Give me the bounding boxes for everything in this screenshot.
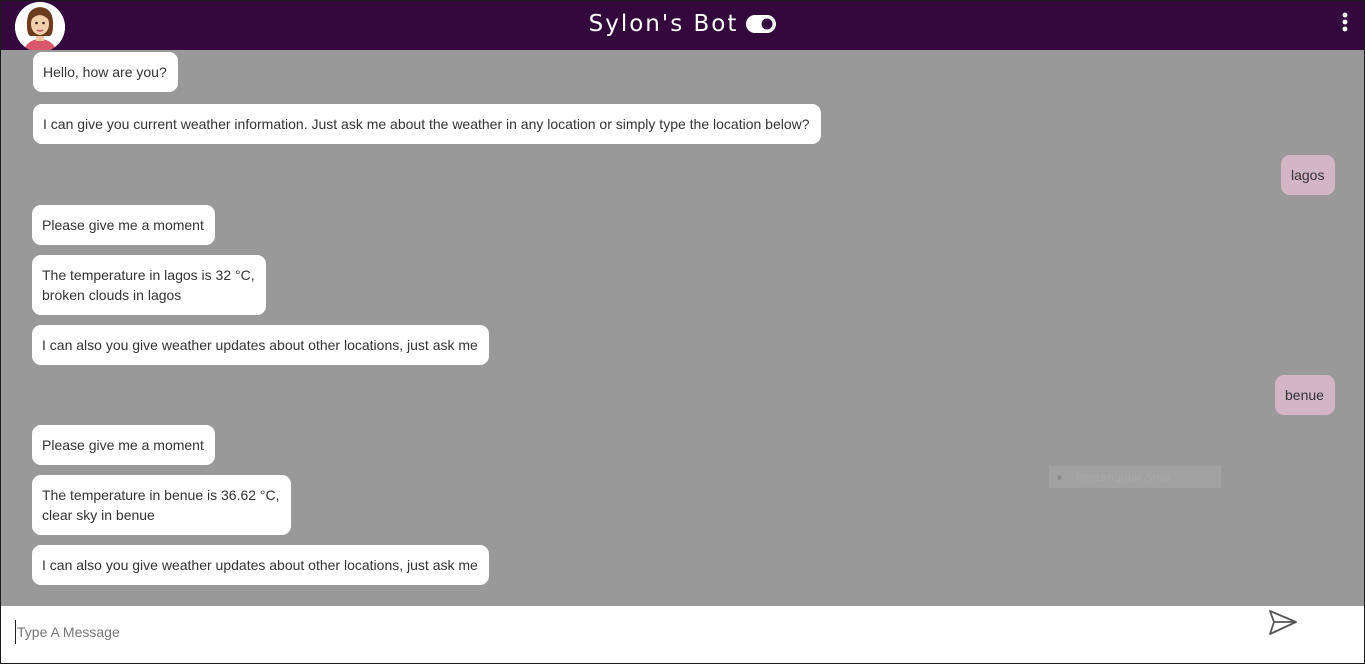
- message-text: The temperature in lagos is 32 °C,: [42, 267, 255, 283]
- snip-icon: [1057, 474, 1062, 480]
- bot-message: Hello, how are you?: [33, 52, 178, 92]
- message-text: broken clouds in lagos: [42, 287, 182, 303]
- message-input[interactable]: [15, 620, 1217, 644]
- message-text: I can also you give weather updates abou…: [42, 557, 478, 573]
- bot-message: I can also you give weather updates abou…: [32, 545, 489, 585]
- message-text: clear sky in benue: [42, 507, 155, 523]
- bot-message: Please give me a moment: [32, 425, 215, 465]
- user-message: benue: [1275, 375, 1335, 415]
- bot-message: I can also you give weather updates abou…: [32, 325, 489, 365]
- message-text: lagos: [1291, 167, 1325, 183]
- bot-message: Please give me a moment: [32, 205, 215, 245]
- title-group: Sylon's Bot: [1, 1, 1364, 47]
- toggle-icon[interactable]: [746, 15, 777, 33]
- message-text: benue: [1285, 387, 1324, 403]
- message-composer: [1, 606, 1364, 663]
- rectangular-snip-overlay: Rectangular Snip: [1049, 466, 1221, 488]
- header-bar: Sylon's Bot: [1, 1, 1364, 52]
- message-text: I can give you current weather informati…: [43, 116, 810, 132]
- kebab-menu-icon[interactable]: [1340, 12, 1350, 34]
- app-title: Sylon's Bot: [588, 11, 739, 37]
- message-text: Please give me a moment: [42, 437, 204, 453]
- snip-label: Rectangular Snip: [1076, 470, 1170, 484]
- send-icon[interactable]: [1267, 608, 1299, 638]
- message-text: The temperature in benue is 36.62 °C,: [42, 487, 280, 503]
- chat-area[interactable]: Hello, how are you? I can give you curre…: [1, 50, 1364, 606]
- message-text: I can also you give weather updates abou…: [42, 337, 478, 353]
- user-message: lagos: [1281, 155, 1335, 195]
- bot-message: I can give you current weather informati…: [33, 104, 821, 144]
- chat-app: Sylon's Bot Hello, how are you? I can gi…: [0, 0, 1365, 664]
- message-text: Hello, how are you?: [43, 64, 167, 80]
- bot-message: The temperature in benue is 36.62 °C, cl…: [32, 475, 291, 535]
- message-text: Please give me a moment: [42, 217, 204, 233]
- bot-message: The temperature in lagos is 32 °C, broke…: [32, 255, 266, 315]
